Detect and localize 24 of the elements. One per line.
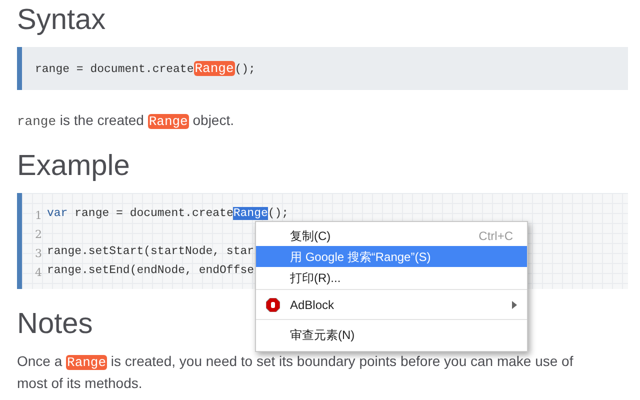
menu-label: 用 Google 搜索“Range”(S) (290, 248, 432, 266)
menu-item[interactable]: 用 Google 搜索“Range”(S) (256, 246, 527, 267)
menu-item[interactable]: 打印(R)... (256, 267, 527, 288)
menu-label: 审查元素(N) (290, 326, 356, 344)
code-line: range.setStart(startNode, star (47, 244, 254, 260)
paragraph: Once a Range is created, you need to set its boundary points before you can make use of most of its methods. (17, 352, 574, 393)
section-heading: Notes (17, 307, 93, 342)
code-line: range.setEnd(endNode, endOffse (47, 262, 254, 279)
shortcut-text: Ctrl+C (478, 228, 513, 244)
line-number: 3 (35, 246, 43, 262)
menu-label: 打印(R)... (290, 270, 342, 286)
menu-label: AdBlock (290, 296, 336, 314)
menu-label: 复制(C) (290, 228, 332, 244)
section-heading: Syntax (17, 3, 106, 38)
line-number: 1 (35, 208, 43, 224)
code-line: range = document.create Range(); (35, 60, 256, 78)
section-heading: Example (17, 149, 130, 184)
line-number: 4 (35, 264, 43, 280)
paragraph: range is the created Range object. (17, 111, 235, 131)
line-number: 2 (35, 226, 43, 242)
code-line: var range = document.createRange(); (47, 206, 289, 222)
menu-item[interactable]: 审查元素(N) (256, 324, 527, 345)
menu-item[interactable]: 复制(C) Ctrl+C (256, 225, 527, 246)
menu-item[interactable]: AdBlock (256, 294, 527, 315)
